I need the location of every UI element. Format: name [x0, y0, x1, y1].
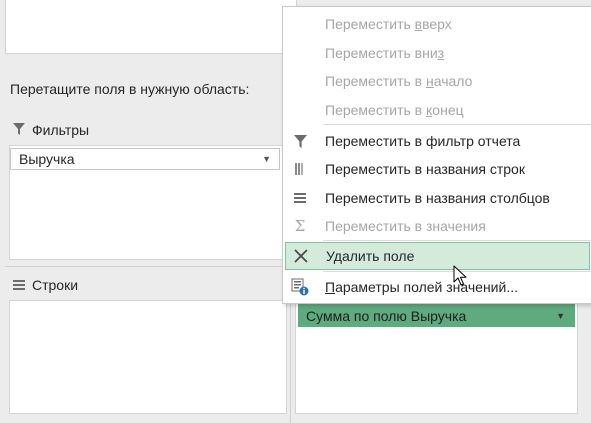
menu-separator: [323, 240, 591, 241]
rows-area-header: Строки: [13, 277, 78, 293]
menu-item-label: Параметры полей значений...: [325, 279, 518, 295]
filters-area-header: Фильтры: [13, 122, 89, 138]
values-field-label: Сумма по полю Выручка: [306, 307, 467, 324]
field-context-menu: Переместить вверх Переместить вниз Перем…: [282, 6, 591, 304]
filter-icon: [291, 132, 309, 150]
values-field-pill[interactable]: Сумма по полю Выручка ▼: [298, 304, 575, 327]
menu-item-move-up[interactable]: Переместить вверх: [283, 10, 591, 38]
menu-item-value-field-settings[interactable]: Параметры полей значений...: [283, 273, 591, 301]
rows-icon: [291, 160, 309, 178]
menu-item-move-to-column-labels[interactable]: Переместить в названия столбцов: [283, 184, 591, 212]
menu-item-move-to-beginning[interactable]: Переместить в начало: [283, 67, 591, 95]
menu-item-label: Переместить в значения: [325, 218, 486, 234]
menu-item-label: Переместить в конец: [325, 102, 464, 118]
menu-item-move-to-report-filter[interactable]: Переместить в фильтр отчета: [283, 127, 591, 155]
filter-field-pill[interactable]: Выручка ▼: [10, 148, 280, 170]
field-settings-icon: [291, 278, 309, 296]
filter-icon: [13, 122, 25, 138]
filter-field-label: Выручка: [19, 151, 75, 167]
rows-drop-area[interactable]: [9, 300, 287, 414]
menu-item-label: Переместить вверх: [325, 16, 452, 32]
remove-x-icon: [292, 247, 310, 265]
menu-item-move-to-values[interactable]: Σ Переместить в значения: [283, 212, 591, 240]
drag-hint: Перетащите поля в нужную область:: [10, 81, 250, 97]
filters-area-title: Фильтры: [32, 122, 90, 138]
menu-item-move-down[interactable]: Переместить вниз: [283, 39, 591, 67]
menu-item-remove-field[interactable]: Удалить поле: [285, 242, 590, 270]
columns-icon: [291, 189, 309, 207]
field-list-panel: [5, 0, 297, 54]
menu-item-label: Переместить в фильтр отчета: [325, 133, 521, 149]
menu-item-label: Переместить в названия столбцов: [325, 190, 550, 206]
menu-separator: [323, 124, 591, 125]
menu-item-label: Удалить поле: [326, 248, 415, 264]
menu-item-move-to-end[interactable]: Переместить в конец: [283, 96, 591, 124]
sigma-icon: Σ: [294, 217, 306, 235]
rows-icon: [13, 277, 25, 293]
chevron-down-icon[interactable]: ▼: [556, 311, 565, 321]
menu-item-move-to-row-labels[interactable]: Переместить в названия строк: [283, 155, 591, 183]
rows-area-title: Строки: [32, 277, 79, 293]
mouse-cursor-icon: [453, 265, 469, 290]
menu-item-label: Переместить вниз: [325, 45, 445, 61]
menu-item-label: Переместить в названия строк: [325, 161, 525, 177]
chevron-down-icon[interactable]: ▼: [262, 154, 271, 164]
menu-item-label: Переместить в начало: [325, 73, 473, 89]
